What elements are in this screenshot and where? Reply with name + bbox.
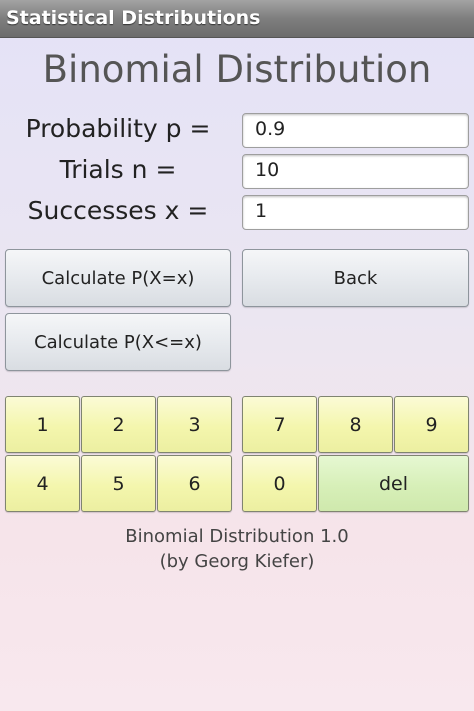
keypad-0-button[interactable]: 0 bbox=[242, 455, 317, 512]
page-title: Binomial Distribution bbox=[42, 48, 432, 91]
keypad-2-button[interactable]: 2 bbox=[81, 396, 156, 453]
keypad-7-button[interactable]: 7 bbox=[242, 396, 317, 453]
app-titlebar: Statistical Distributions bbox=[0, 0, 474, 38]
keypad-4-button[interactable]: 4 bbox=[5, 455, 80, 512]
trials-input[interactable]: 10 bbox=[242, 154, 469, 189]
keypad-5-button[interactable]: 5 bbox=[81, 455, 156, 512]
app-title: Statistical Distributions bbox=[6, 7, 261, 29]
probability-label: Probability p = bbox=[25, 114, 211, 143]
keypad-3-button[interactable]: 3 bbox=[157, 396, 232, 453]
keypad-6-button[interactable]: 6 bbox=[157, 455, 232, 512]
back-button[interactable]: Back bbox=[242, 249, 469, 307]
successes-label: Successes x = bbox=[27, 196, 209, 225]
keypad-8-button[interactable]: 8 bbox=[318, 396, 393, 453]
keypad-1-button[interactable]: 1 bbox=[5, 396, 80, 453]
keypad-9-button[interactable]: 9 bbox=[394, 396, 469, 453]
app-version-label: Binomial Distribution 1.0 bbox=[125, 526, 349, 547]
trials-label: Trials n = bbox=[59, 155, 177, 184]
calculate-cumulative-button[interactable]: Calculate P(X<=x) bbox=[5, 313, 231, 371]
delete-button[interactable]: del bbox=[318, 455, 469, 512]
author-label: (by Georg Kiefer) bbox=[159, 551, 315, 572]
calculate-equal-button[interactable]: Calculate P(X=x) bbox=[5, 249, 231, 307]
successes-input[interactable]: 1 bbox=[242, 195, 469, 230]
probability-input[interactable]: 0.9 bbox=[242, 113, 469, 148]
